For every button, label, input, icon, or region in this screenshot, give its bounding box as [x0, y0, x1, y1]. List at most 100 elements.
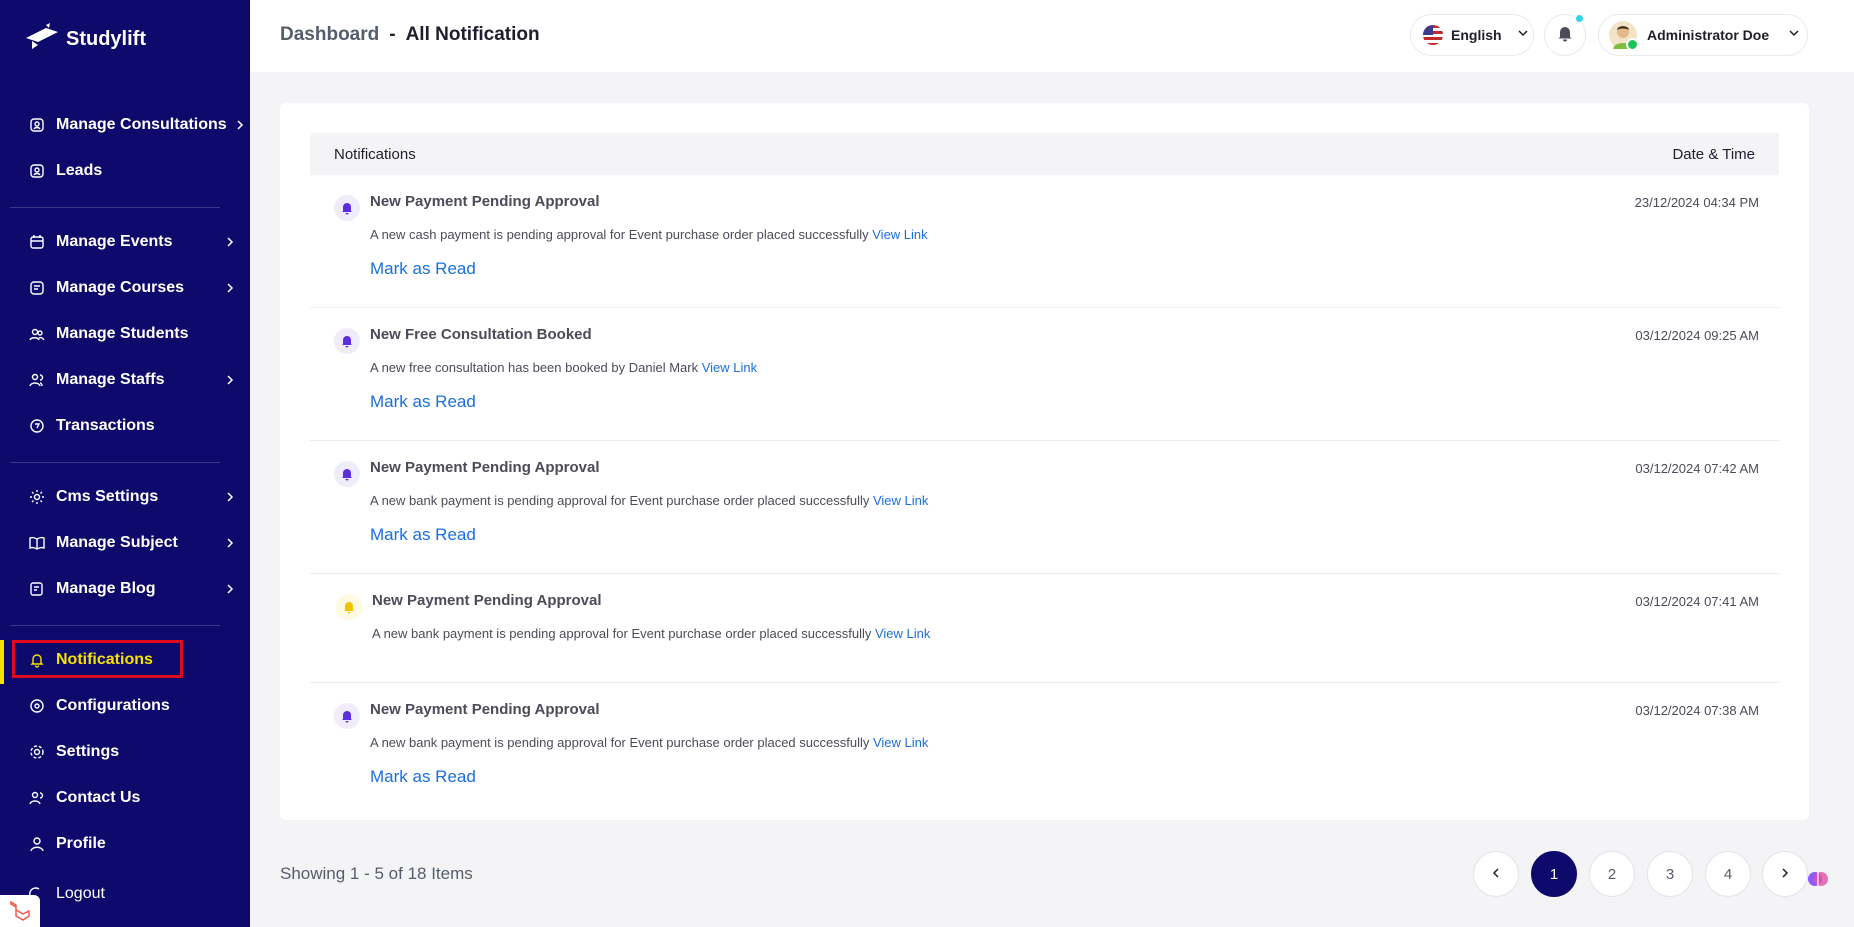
sidebar-item-manage-consultations[interactable]: Manage Consultations: [28, 111, 244, 139]
sidebar-item-label: Manage Courses: [56, 279, 185, 296]
profile-icon: [28, 835, 46, 853]
sidebar-divider: [10, 207, 220, 208]
brand-name: Studylift: [66, 28, 146, 50]
notification-time: 03/12/2024 07:41 AM: [1635, 594, 1759, 609]
sidebar-item-label: Manage Consultations: [56, 116, 227, 133]
view-link[interactable]: View Link: [873, 735, 928, 750]
chevron-right-icon: [222, 535, 238, 551]
us-flag-icon: [1423, 25, 1443, 45]
notification-time: 23/12/2024 04:34 PM: [1634, 195, 1759, 210]
sidebar-item-label: Manage Events: [56, 233, 173, 250]
sidebar-item-manage-students[interactable]: Manage Students: [28, 320, 238, 348]
notification-title: New Payment Pending Approval: [370, 459, 600, 476]
settings-gear-icon: [28, 743, 46, 761]
language-label: English: [1451, 27, 1502, 43]
graduation-cap-logo-icon: [24, 22, 60, 57]
students-icon: [28, 325, 46, 343]
leads-icon: [28, 162, 46, 180]
courses-icon: [28, 279, 46, 297]
mark-as-read-button[interactable]: Mark as Read: [370, 525, 476, 545]
book-icon: [28, 534, 46, 552]
pagination-page-1[interactable]: 1: [1531, 851, 1577, 897]
bell-icon: [336, 594, 362, 620]
pagination-page-4[interactable]: 4: [1705, 851, 1751, 897]
bell-icon: [334, 703, 360, 729]
chevron-right-icon: [222, 581, 238, 597]
sidebar-item-label: Contact Us: [56, 789, 141, 806]
notification-time: 03/12/2024 07:42 AM: [1635, 461, 1759, 476]
notification-description: A new bank payment is pending approval f…: [372, 626, 930, 641]
pagination-prev-button[interactable]: [1473, 851, 1519, 897]
chevron-right-icon: [232, 117, 248, 133]
sidebar-item-settings[interactable]: Settings: [28, 738, 238, 766]
mark-as-read-button[interactable]: Mark as Read: [370, 767, 476, 787]
sidebar-item-manage-staffs[interactable]: Manage Staffs: [28, 366, 238, 394]
notification-description: A new bank payment is pending approval f…: [370, 493, 928, 508]
avatar: [1609, 21, 1639, 51]
user-name: Administrator Doe: [1647, 27, 1770, 43]
view-link[interactable]: View Link: [873, 493, 928, 508]
sidebar-divider: [10, 462, 220, 463]
notification-time: 03/12/2024 09:25 AM: [1635, 328, 1759, 343]
notification-description: A new cash payment is pending approval f…: [370, 227, 928, 242]
view-link[interactable]: View Link: [872, 227, 927, 242]
notification-text: A new bank payment is pending approval f…: [372, 626, 872, 641]
chevron-left-icon: [1490, 866, 1502, 883]
staffs-icon: [28, 371, 46, 389]
calendar-icon: [28, 233, 46, 251]
user-menu[interactable]: Administrator Doe: [1598, 14, 1808, 56]
notification-row: New Payment Pending Approval A new bank …: [310, 574, 1779, 683]
mark-as-read-button[interactable]: Mark as Read: [370, 259, 476, 279]
brain-extension-icon[interactable]: [1807, 868, 1829, 890]
breadcrumb-dashboard[interactable]: Dashboard: [280, 24, 379, 46]
sidebar-item-label: Profile: [56, 835, 106, 852]
sidebar-item-cms-settings[interactable]: Cms Settings: [28, 483, 238, 511]
notification-text: A new free consultation has been booked …: [370, 360, 699, 375]
notification-text: A new bank payment is pending approval f…: [370, 493, 870, 508]
sidebar-item-leads[interactable]: Leads: [28, 157, 238, 185]
sidebar-item-logout[interactable]: Logout: [28, 880, 238, 908]
pagination-page-2[interactable]: 2: [1589, 851, 1635, 897]
notification-title: New Payment Pending Approval: [370, 701, 600, 718]
cms-icon: [28, 488, 46, 506]
sidebar-item-label: Cms Settings: [56, 488, 159, 505]
notification-description: A new bank payment is pending approval f…: [370, 735, 928, 750]
bell-icon: [334, 461, 360, 487]
brand-logo[interactable]: Studylift: [24, 22, 146, 57]
sidebar-divider: [10, 625, 220, 626]
sidebar-item-contact-us[interactable]: Contact Us: [28, 784, 238, 812]
sidebar-item-label: Transactions: [56, 417, 155, 434]
notification-dot: [1574, 13, 1585, 24]
sidebar-item-label: Leads: [56, 162, 103, 179]
chevron-down-icon: [1516, 26, 1530, 45]
sidebar-item-label: Manage Students: [56, 325, 189, 342]
notification-row: New Payment Pending Approval A new cash …: [310, 175, 1779, 308]
notification-row: New Free Consultation Booked A new free …: [310, 308, 1779, 441]
bell-icon: [28, 651, 46, 669]
sidebar-item-manage-subject[interactable]: Manage Subject: [28, 529, 238, 557]
chevron-right-icon: [222, 489, 238, 505]
view-link[interactable]: View Link: [875, 626, 930, 641]
sidebar-item-manage-events[interactable]: Manage Events: [28, 228, 238, 256]
chevron-right-icon: [222, 280, 238, 296]
consultation-icon: [28, 116, 46, 134]
view-link[interactable]: View Link: [702, 360, 757, 375]
contact-icon: [28, 789, 46, 807]
sidebar-item-manage-courses[interactable]: Manage Courses: [28, 274, 238, 302]
pagination-page-3[interactable]: 3: [1647, 851, 1693, 897]
sidebar-item-label: Manage Subject: [56, 534, 178, 551]
blog-icon: [28, 580, 46, 598]
language-selector[interactable]: English: [1410, 14, 1534, 56]
sidebar-item-configurations[interactable]: Configurations: [28, 692, 238, 720]
sidebar-item-manage-blog[interactable]: Manage Blog: [28, 575, 238, 603]
sidebar-item-notifications[interactable]: Notifications: [28, 646, 238, 674]
sidebar-item-label: Notifications: [56, 651, 153, 668]
bell-icon: [1556, 24, 1574, 47]
mark-as-read-button[interactable]: Mark as Read: [370, 392, 476, 412]
transactions-icon: [28, 417, 46, 435]
laravel-logo-icon[interactable]: [0, 895, 40, 927]
sidebar-item-profile[interactable]: Profile: [28, 830, 238, 858]
pagination-next-button[interactable]: [1762, 851, 1808, 897]
notification-title: New Free Consultation Booked: [370, 326, 592, 343]
sidebar-item-transactions[interactable]: Transactions: [28, 412, 238, 440]
